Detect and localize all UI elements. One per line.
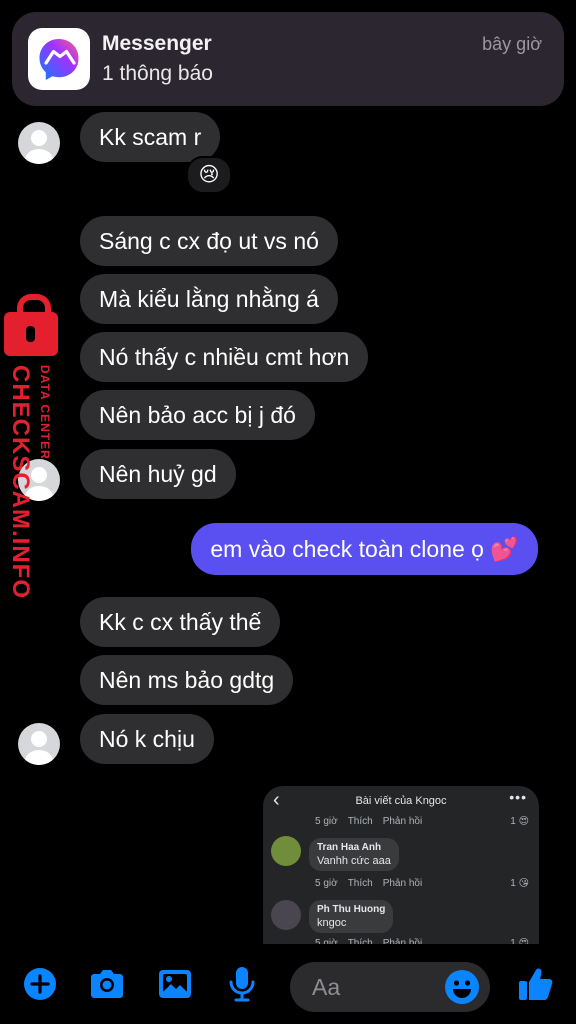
- reaction-count: 1 😍: [510, 816, 529, 827]
- notification-banner[interactable]: Messenger 1 thông báo bây giờ: [12, 12, 564, 106]
- messenger-app-icon: [28, 28, 90, 90]
- comment-bubble: Tran Haa Anh Vanhh cức aaa: [309, 838, 399, 871]
- watermark-text: CHECKSCAM.INFO: [7, 365, 34, 599]
- watermark-lock-icon: [4, 294, 58, 356]
- message-input[interactable]: Aa: [290, 962, 490, 1012]
- crying-reaction[interactable]: 😢: [186, 156, 232, 194]
- notification-subtitle: 1 thông báo: [102, 62, 213, 85]
- reaction-count: 1 😘: [510, 878, 529, 889]
- message-input-placeholder: Aa: [312, 974, 341, 1000]
- message-bubble-incoming[interactable]: Kk scam r: [80, 112, 221, 162]
- message-bubble-incoming[interactable]: Nó thấy c nhiều cmt hơn: [80, 332, 369, 382]
- comment-meta: 5 giờ Thích Phản hồi: [315, 816, 423, 827]
- watermark-subtext: DATA CENTER: [38, 365, 52, 460]
- commenter-avatar: [271, 836, 301, 866]
- shared-screenshot-image[interactable]: ‹ Bài viết của Kngoc ••• 5 giờ Thích Phản …: [263, 786, 539, 944]
- more-options-icon: •••: [509, 789, 527, 805]
- message-bubble-incoming[interactable]: Nó k chịu: [80, 714, 214, 764]
- notification-time: bây giờ: [482, 34, 542, 54]
- post-title: Bài viết của Kngoc: [355, 795, 447, 807]
- commenter-avatar: [271, 900, 301, 930]
- gallery-icon[interactable]: [155, 964, 195, 1004]
- message-bubble-incoming[interactable]: Nên ms bảo gdtg: [80, 655, 294, 705]
- composer-bar: Aa: [0, 944, 576, 1024]
- microphone-icon[interactable]: [222, 964, 262, 1004]
- message-bubble-outgoing[interactable]: em vào check toàn clone ọ 💕: [191, 523, 538, 575]
- message-bubble-incoming[interactable]: Nên bảo acc bị j đó: [80, 390, 315, 440]
- contact-avatar[interactable]: [18, 122, 60, 164]
- message-bubble-incoming[interactable]: Mà kiểu lằng nhằng á: [80, 274, 338, 324]
- comment-meta: 5 giờ Thích Phản hồi: [315, 878, 423, 889]
- contact-avatar[interactable]: [18, 723, 60, 765]
- camera-icon[interactable]: [87, 964, 127, 1004]
- message-bubble-incoming[interactable]: Kk c cx thấy thế: [80, 597, 281, 647]
- message-bubble-incoming[interactable]: Sáng c cx đọ ut vs nó: [80, 216, 338, 266]
- post-header: ‹ Bài viết của Kngoc •••: [263, 786, 539, 816]
- plus-icon[interactable]: [20, 964, 60, 1004]
- like-thumb-icon[interactable]: [516, 964, 556, 1004]
- notification-app-name: Messenger: [102, 32, 212, 55]
- emoji-icon[interactable]: [444, 969, 480, 1005]
- message-bubble-incoming[interactable]: Nên huỷ gd: [80, 449, 236, 499]
- comment-bubble: Ph Thu Huong kngoc: [309, 900, 394, 933]
